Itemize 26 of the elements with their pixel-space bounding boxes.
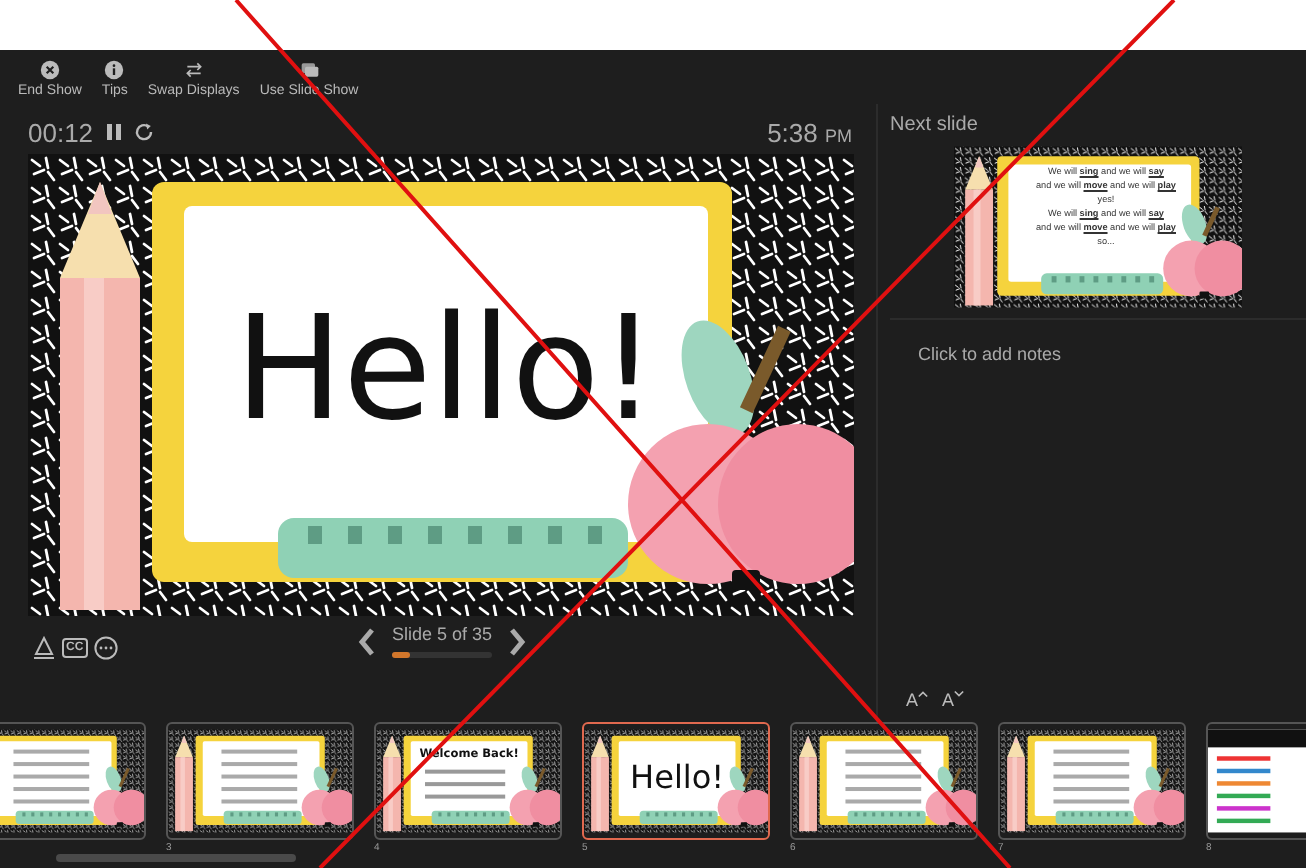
increase-font-button[interactable]: A <box>902 684 933 710</box>
slide-thumbnail[interactable] <box>998 722 1186 840</box>
slide-thumbnail[interactable] <box>166 722 354 840</box>
close-icon <box>39 60 60 80</box>
next-slide-icon[interactable] <box>508 625 529 657</box>
scrollbar-thumb[interactable] <box>56 854 296 862</box>
previous-slide-icon[interactable] <box>356 625 376 657</box>
elapsed-time: 00:12 <box>28 117 94 147</box>
caret-up-icon <box>918 690 929 698</box>
slide-counter: Slide 5 of 35 <box>392 624 493 644</box>
slide-thumbnail[interactable] <box>790 722 978 840</box>
pause-icon[interactable] <box>103 122 124 142</box>
notes-placeholder[interactable]: Click to add notes <box>918 344 1062 364</box>
next-slide-heading: Next slide <box>890 114 980 136</box>
decrease-font-button[interactable]: A <box>938 684 969 710</box>
more-icon[interactable] <box>93 636 118 660</box>
info-icon <box>104 60 125 80</box>
slide-thumbnail[interactable]: Hello! <box>582 722 770 840</box>
caret-down-icon <box>954 690 965 698</box>
thumbnail-title: Hello! <box>630 758 725 797</box>
reset-icon[interactable] <box>133 122 154 142</box>
slide-thumbnail[interactable] <box>0 722 146 840</box>
swap-arrows-icon <box>183 60 204 80</box>
pen-tool-icon[interactable] <box>32 636 56 660</box>
clock-time: 5:38 PM <box>767 117 852 147</box>
screens-icon <box>299 60 320 80</box>
